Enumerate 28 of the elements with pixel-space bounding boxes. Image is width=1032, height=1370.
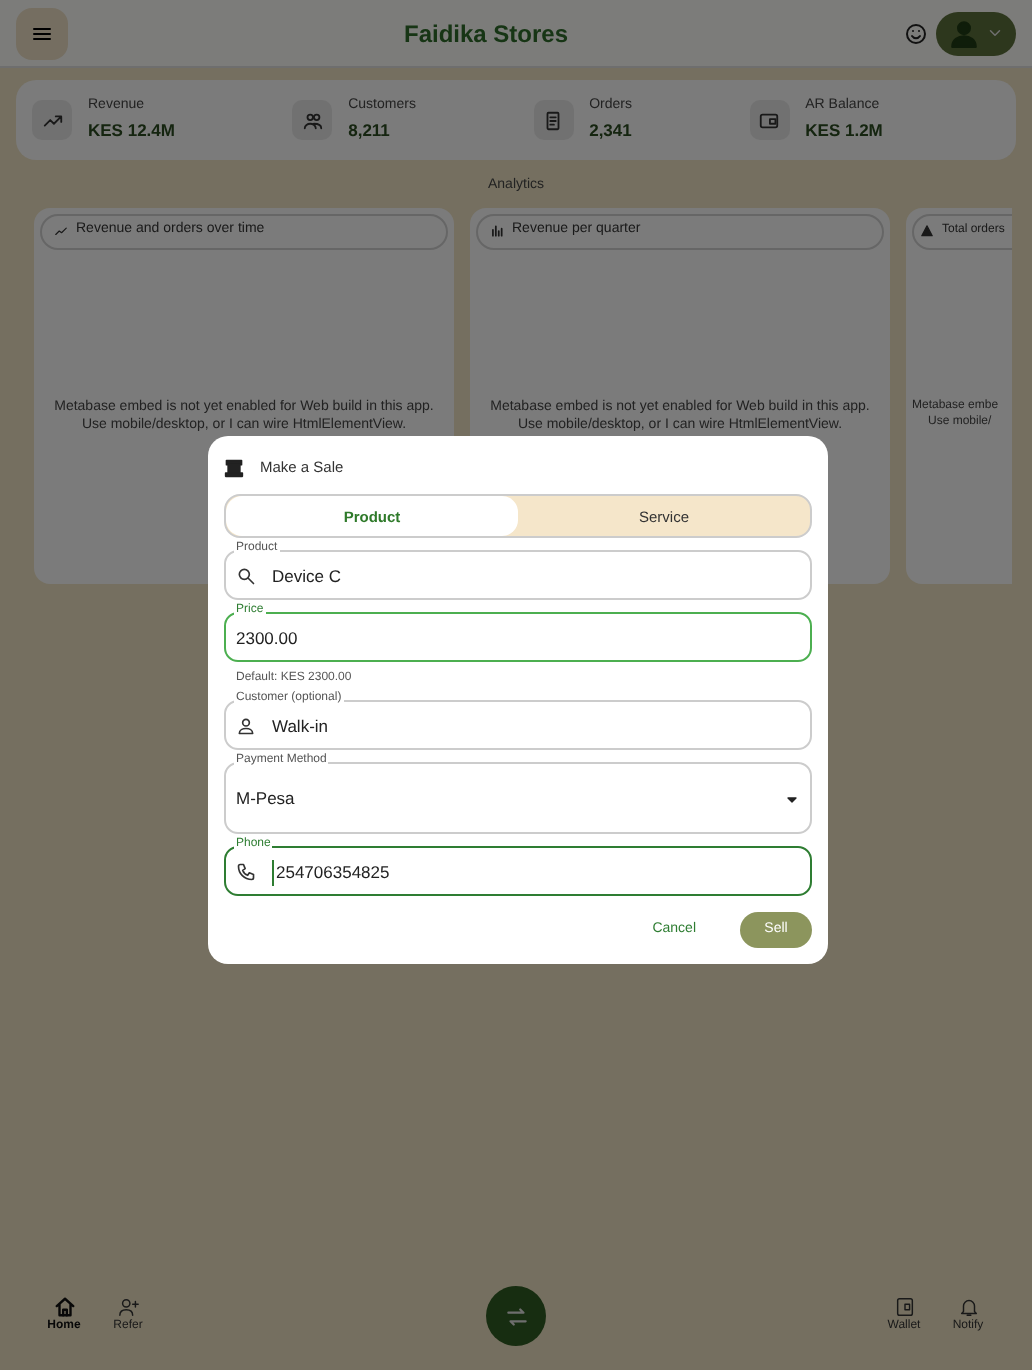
swap-fab[interactable] [486,1286,546,1346]
wallet-icon [893,1296,915,1318]
dropdown-icon [784,791,800,808]
menu-button[interactable] [16,7,68,59]
chevron-icon [985,24,1003,42]
register-icon [224,457,244,478]
person-icon [236,716,256,737]
bar-chart-icon [490,224,504,238]
stat-value: KES 12.4M [88,117,175,144]
chart-icon [54,224,68,238]
wallet-icon [758,109,781,131]
trend-icon [41,109,63,131]
swap-icon [503,1303,529,1329]
smiley-icon[interactable] [904,21,928,45]
triangle-icon [920,224,934,238]
stat-value: KES 1.2M [805,117,883,144]
people-icon [301,109,324,131]
bell-icon [957,1296,979,1318]
avatar-icon [949,19,977,47]
search-icon [236,566,256,587]
stat-value: 2,341 [589,117,632,144]
app-title: Faidika Stores [403,17,569,51]
stat-value: 8,211 [348,117,392,144]
add-person-icon [117,1296,139,1318]
receipt-icon [542,109,565,131]
phone-icon [236,862,256,883]
account-button[interactable] [936,11,1016,55]
home-icon [53,1296,75,1318]
